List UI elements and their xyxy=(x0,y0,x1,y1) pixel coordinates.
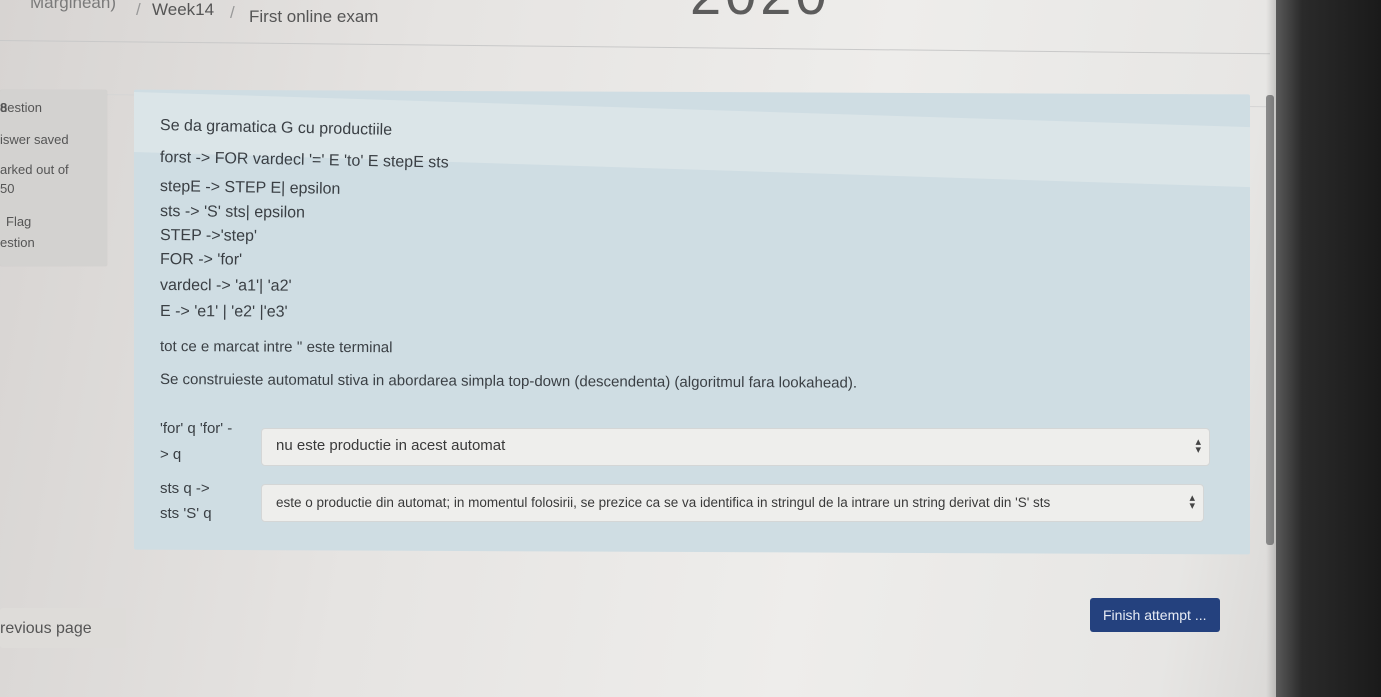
previous-page-button[interactable]: revious page xyxy=(0,608,126,648)
monitor-bezel xyxy=(1276,0,1381,697)
header-fragment: 2020 xyxy=(690,0,831,27)
finish-attempt-button[interactable]: Finish attempt ... xyxy=(1090,598,1220,632)
answer-select-1[interactable]: nu este productie in acest automat ▴ ▾ xyxy=(261,428,1210,466)
question-task: Se construieste automatul stiva in abord… xyxy=(159,371,858,392)
terminal-note: tot ce e marcat intre '' este terminal xyxy=(159,338,393,357)
question-info-panel: uestion 8 iswer saved arked out of 50 Fl… xyxy=(0,90,107,266)
select-arrows-icon: ▴ ▾ xyxy=(1195,436,1201,456)
production-line: E -> 'e1' | 'e2' |'e3' xyxy=(159,303,288,321)
item-prompt: 'for' q 'for' - xyxy=(160,420,233,437)
flag-question-label[interactable]: estion xyxy=(0,235,35,250)
answer-select-2[interactable]: este o productie din automat; in momentu… xyxy=(261,484,1204,522)
item-prompt: sts 'S' q xyxy=(160,505,212,522)
breadcrumb-separator: / xyxy=(136,0,141,19)
breadcrumb-separator: / xyxy=(230,3,235,22)
breadcrumb-week[interactable]: Week14 xyxy=(152,0,214,20)
marked-out-of-label: arked out of xyxy=(0,162,69,177)
question-number: 8 xyxy=(0,100,8,115)
production-line: sts -> 'S' sts| epsilon xyxy=(159,203,306,222)
answer-select-value: este o productie din automat; in momentu… xyxy=(276,495,1051,510)
breadcrumb-exam[interactable]: First online exam xyxy=(249,7,378,27)
answer-select-value: nu este productie in acest automat xyxy=(276,437,506,454)
marked-out-of-value: 50 xyxy=(0,181,15,196)
previous-page-label: revious page xyxy=(0,620,92,637)
finish-attempt-label: Finish attempt ... xyxy=(1103,607,1207,623)
question-state: iswer saved xyxy=(0,132,69,147)
item-prompt: sts q -> xyxy=(160,480,210,497)
breadcrumb-user[interactable]: Margineán) xyxy=(30,0,116,13)
production-line: stepE -> STEP E| epsilon xyxy=(159,178,341,198)
item-prompt: > q xyxy=(160,446,182,463)
flag-question-button[interactable]: Flag xyxy=(6,214,31,229)
select-arrows-icon: ▴ ▾ xyxy=(1189,492,1195,512)
production-line: STEP ->'step' xyxy=(159,227,258,245)
production-line: vardecl -> 'a1'| 'a2' xyxy=(159,277,292,295)
production-line: FOR -> 'for' xyxy=(159,251,243,269)
monitor-bezel-shadow xyxy=(1266,0,1276,697)
